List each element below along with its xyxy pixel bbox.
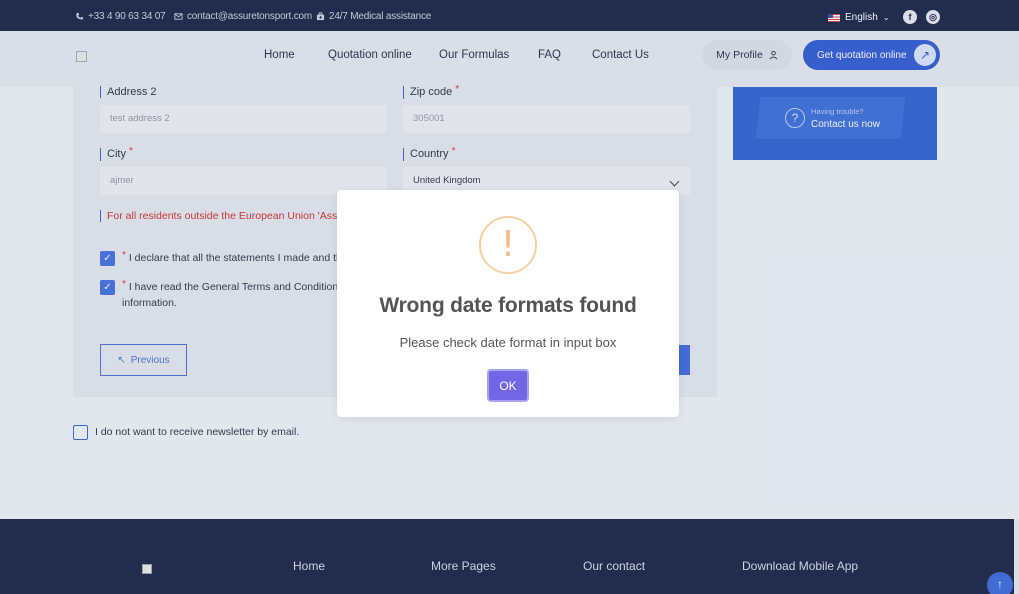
- warning-icon: !: [479, 216, 537, 274]
- ok-button[interactable]: OK: [487, 369, 529, 402]
- alert-dialog: ! Wrong date formats found Please check …: [337, 190, 679, 417]
- dialog-title: Wrong date formats found: [379, 294, 637, 317]
- dialog-message: Please check date format in input box: [399, 335, 617, 350]
